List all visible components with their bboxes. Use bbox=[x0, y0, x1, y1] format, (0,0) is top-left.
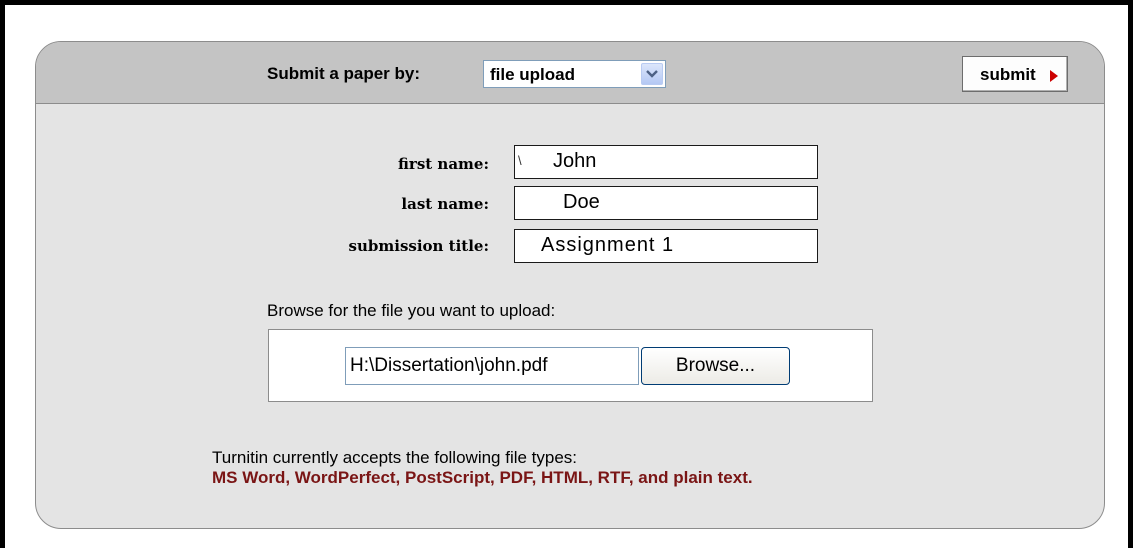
submission-method-select[interactable]: file upload bbox=[483, 60, 666, 88]
last-name-label: last name: bbox=[401, 195, 489, 213]
triangle-right-icon bbox=[1050, 69, 1058, 87]
submission-title-label: submission title: bbox=[348, 237, 489, 255]
submit-button[interactable]: submit bbox=[962, 56, 1068, 92]
upload-box: H:\Dissertation\john.pdf Browse... bbox=[268, 329, 873, 402]
accepted-types-intro: Turnitin currently accepts the following… bbox=[212, 448, 578, 467]
text-cursor-icon: \ bbox=[518, 153, 522, 168]
first-name-label: first name: bbox=[398, 155, 489, 173]
submit-button-label: submit bbox=[980, 65, 1036, 84]
file-path-input[interactable]: H:\Dissertation\john.pdf bbox=[345, 347, 639, 385]
browse-prompt: Browse for the file you want to upload: bbox=[267, 301, 556, 320]
first-name-field[interactable]: \ John bbox=[514, 145, 818, 179]
last-name-value: Doe bbox=[563, 191, 600, 213]
submit-by-label: Submit a paper by: bbox=[267, 64, 421, 83]
panel-header: Submit a paper by: file upload submit bbox=[36, 42, 1104, 104]
submission-method-value: file upload bbox=[490, 65, 575, 84]
accepted-file-types: MS Word, WordPerfect, PostScript, PDF, H… bbox=[212, 468, 753, 487]
submission-title-field[interactable]: Assignment 1 bbox=[514, 229, 818, 263]
window-frame: Submit a paper by: file upload submit fi… bbox=[0, 0, 1133, 548]
first-name-value: John bbox=[553, 150, 597, 172]
last-name-field[interactable]: Doe bbox=[514, 186, 818, 220]
submission-title-value: Assignment 1 bbox=[541, 234, 675, 256]
chevron-down-icon[interactable] bbox=[641, 63, 663, 85]
submission-panel: Submit a paper by: file upload submit fi… bbox=[35, 41, 1105, 529]
browse-button[interactable]: Browse... bbox=[641, 347, 790, 385]
